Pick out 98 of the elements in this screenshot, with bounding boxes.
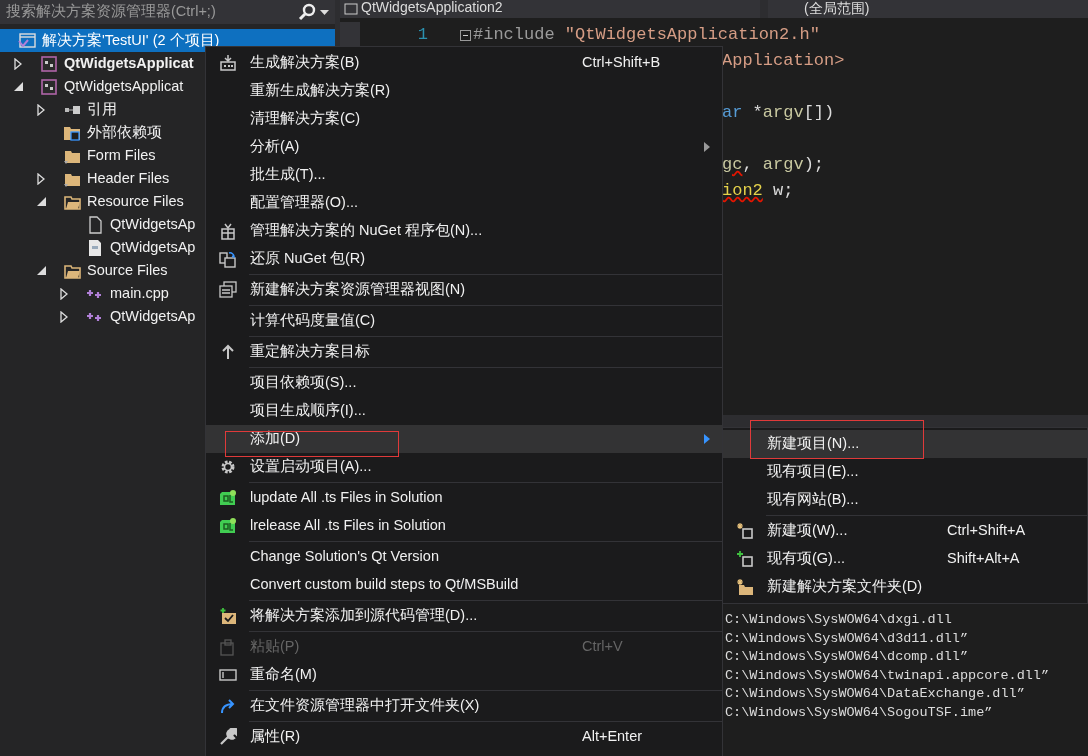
windows-icon — [219, 281, 237, 299]
menu-item[interactable]: 分析(A) — [206, 133, 722, 161]
tree-item-label: 外部依赖项 — [87, 122, 162, 142]
menu-item[interactable]: lupdate All .ts Files in Solution — [206, 484, 722, 512]
collapsed-arrow-icon[interactable] — [14, 57, 22, 70]
menu-item[interactable]: 项目生成顺序(I)... — [206, 397, 722, 425]
code-token: argv — [762, 154, 804, 177]
rename-icon — [219, 666, 237, 684]
tree-item-label: QtWidgetsAp — [110, 237, 196, 257]
menu-item[interactable]: 新建项目(N)... — [723, 430, 1087, 458]
menu-item[interactable]: 将解决方案添加到源代码管理(D)... — [206, 602, 722, 630]
tree-item-label: main.cpp — [110, 283, 169, 303]
output-line: C:\Windows\SysWOW64\twinapi.appcore.dll” — [725, 666, 1051, 685]
dropdown-caret-icon[interactable] — [320, 9, 329, 15]
menu-item[interactable]: 批生成(T)... — [206, 161, 722, 189]
code-token: argv — [762, 102, 804, 125]
output-line: C:\Windows\SysWOW64\dxgi.dll — [725, 611, 953, 629]
tree-item-label: Resource Files — [87, 191, 184, 211]
file-dropdown[interactable]: QtWidgetsApplication2 — [340, 0, 760, 18]
search-icon[interactable] — [298, 3, 316, 21]
source-control-icon — [219, 607, 237, 625]
menu-item[interactable]: 在文件资源管理器中打开文件夹(X) — [206, 692, 722, 720]
menu-item[interactable]: 计算代码度量值(C) — [206, 307, 722, 335]
code-token: ion2 — [722, 180, 763, 203]
code-token: "QtWidgetsApplication2.h" — [563, 24, 820, 47]
collapsed-arrow-icon[interactable] — [60, 310, 68, 323]
line-number: 1 — [416, 24, 428, 47]
expanded-arrow-icon[interactable] — [36, 197, 46, 206]
scope-dropdown[interactable]: (全局范围) — [768, 0, 1088, 18]
menu-item[interactable]: lrelease All .ts Files in Solution — [206, 512, 722, 540]
tree-item-label: Source Files — [87, 260, 168, 280]
submenu-arrow-icon — [704, 434, 710, 444]
menu-item[interactable]: 现有网站(B)... — [723, 486, 1087, 514]
code-token: #include — [473, 24, 555, 47]
new-folder-icon — [736, 578, 754, 596]
code-token: w; — [772, 180, 794, 203]
ui-file-icon — [86, 238, 104, 257]
menu-item[interactable]: 属性(R) Alt+Enter — [206, 723, 722, 751]
code-token: , — [742, 154, 754, 177]
restore-icon — [219, 250, 237, 268]
menu-item[interactable]: Change Solution's Qt Version — [206, 543, 722, 571]
collapse-icon[interactable] — [460, 29, 471, 41]
menu-item[interactable]: 重定解决方案目标 — [206, 338, 722, 366]
wrench-icon — [219, 728, 237, 746]
menu-item[interactable]: 清理解决方案(C) — [206, 105, 722, 133]
collapsed-arrow-icon[interactable] — [60, 287, 68, 300]
output-line: C:\Windows\SysWOW64\SogouTSF.ime” — [725, 703, 994, 722]
expanded-arrow-icon[interactable] — [36, 266, 46, 275]
menu-item[interactable]: 新建项(W)... Ctrl+Shift+A — [723, 517, 1087, 545]
menu-item[interactable]: Convert custom build steps to Qt/MSBuild — [206, 571, 722, 599]
code-token: ); — [803, 154, 825, 177]
expanded-arrow-icon[interactable] — [13, 82, 23, 91]
collapsed-arrow-icon[interactable] — [37, 103, 45, 116]
project-icon — [344, 3, 358, 15]
menu-item[interactable]: 配置管理器(O)... — [206, 189, 722, 217]
menu-item[interactable]: 重命名(M) — [206, 661, 722, 689]
tree-item-label: 引用 — [87, 99, 117, 119]
menu-item[interactable]: 现有项目(E)... — [723, 458, 1087, 486]
project-icon — [40, 54, 58, 73]
menu-item[interactable]: 重新生成解决方案(R) — [206, 77, 722, 105]
menu-item[interactable]: 新建解决方案资源管理器视图(N) — [206, 276, 722, 304]
code-token: []) — [803, 102, 835, 125]
output-line: C:\Windows\SysWOW64\d3d11.dll” — [725, 629, 970, 648]
tree-item-label: QtWidgetsApplicat — [64, 53, 194, 73]
tree-item-label: QtWidgetsApplicat — [64, 76, 184, 96]
code-token: * — [751, 102, 763, 125]
output-line: C:\Windows\SysWOW64\dcomp.dll” — [725, 648, 970, 667]
search-field[interactable]: 搜索解决方案资源管理器(Ctrl+;) — [0, 0, 335, 24]
menu-item[interactable]: 管理解决方案的 NuGet 程序包(N)... — [206, 217, 722, 245]
build-icon — [219, 54, 237, 72]
project-icon — [40, 77, 58, 96]
qt-logo-icon — [219, 517, 237, 535]
solution-icon — [18, 31, 36, 50]
new-item-icon — [736, 522, 754, 540]
collapsed-arrow-icon[interactable] — [37, 172, 45, 185]
gift-icon — [219, 222, 237, 240]
code-token: gc — [722, 154, 743, 177]
submenu-arrow-icon — [704, 142, 710, 152]
menu-item[interactable]: 添加(D) — [206, 425, 722, 453]
code-token: Application> — [722, 50, 845, 73]
menu-item[interactable]: 现有项(G)... Shift+Alt+A — [723, 545, 1087, 573]
clipboard-icon — [219, 638, 237, 656]
tree-item-label: Form Files — [87, 145, 156, 165]
settings-icon — [219, 458, 237, 476]
tree-item-label: QtWidgetsAp — [110, 306, 196, 326]
menu-item[interactable]: 生成解决方案(B) Ctrl+Shift+B — [206, 49, 722, 77]
tree-item-label: QtWidgetsAp — [110, 214, 196, 234]
menu-item[interactable]: 项目依赖项(S)... — [206, 369, 722, 397]
menu-item[interactable]: 还原 NuGet 包(R) — [206, 245, 722, 273]
file-icon — [86, 215, 104, 234]
redo-arrow-icon — [219, 697, 237, 715]
code-token: ar — [722, 102, 743, 125]
qt-logo-icon — [219, 489, 237, 507]
menu-item[interactable]: 新建解决方案文件夹(D) — [723, 573, 1087, 601]
add-item-icon — [736, 550, 754, 568]
output-line: C:\Windows\SysWOW64\DataExchange.dll” — [725, 685, 1026, 704]
menu-item[interactable]: 设置启动项目(A)... — [206, 453, 722, 481]
tree-item-label: Header Files — [87, 168, 170, 188]
